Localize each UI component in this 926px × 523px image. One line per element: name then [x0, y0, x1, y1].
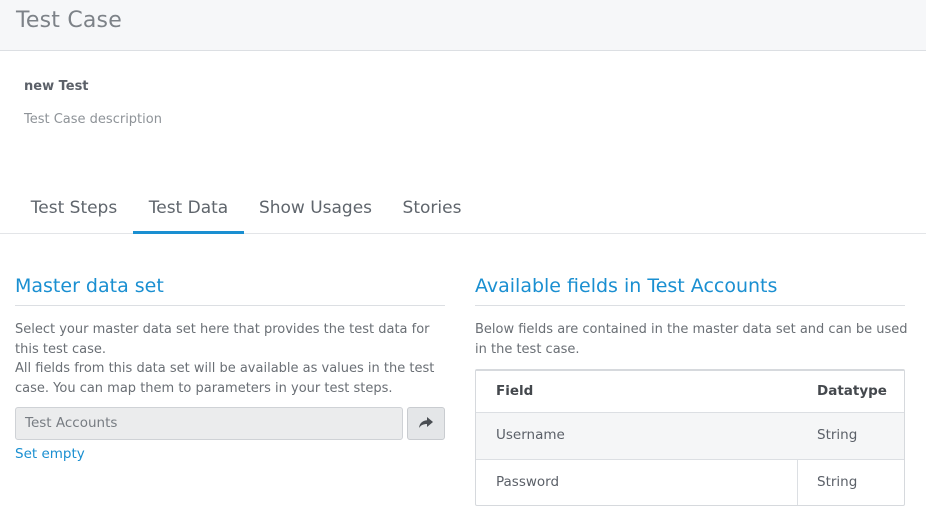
test-case-name[interactable]: new Test — [24, 79, 89, 94]
field-datatype-cell: String — [817, 474, 858, 490]
help-line: All fields from this data set will be av… — [15, 361, 435, 376]
column-header-field: Field — [496, 383, 534, 399]
master-data-set-divider — [15, 305, 445, 306]
test-case-description[interactable]: Test Case description — [24, 112, 162, 127]
help-line: in the test case. — [475, 341, 580, 357]
field-name-cell: Password — [496, 474, 560, 490]
help-line: case. You can map them to parameters in … — [15, 380, 393, 396]
tab-show-usages[interactable]: Show Usages — [244, 191, 387, 234]
field-name-cell: Username — [496, 427, 565, 443]
help-line: Select your master data set here that pr… — [15, 322, 430, 337]
open-data-set-button[interactable] — [407, 407, 445, 440]
table-row: Password String — [476, 460, 904, 505]
master-data-set-help: Select your master data set here that pr… — [15, 320, 445, 398]
set-empty-link[interactable]: Set empty — [15, 446, 85, 462]
available-fields-help: Below fields are contained in the master… — [475, 320, 915, 359]
table-row: Username String — [476, 413, 904, 460]
field-datatype-cell: String — [817, 427, 858, 443]
table-header-row: Field Datatype — [476, 371, 904, 413]
tab-bar: Test Steps Test Data Show Usages Stories — [0, 191, 926, 234]
fields-table: Field Datatype Username String Password … — [475, 369, 905, 506]
page-header: Test Case — [0, 0, 926, 51]
help-line: Below fields are contained in the master… — [475, 322, 908, 337]
master-data-set-field[interactable]: Test Accounts — [15, 407, 403, 440]
column-header-datatype: Datatype — [817, 383, 887, 399]
master-data-set-title: Master data set — [15, 275, 164, 297]
tab-test-steps[interactable]: Test Steps — [15, 191, 133, 234]
page-title: Test Case — [16, 8, 122, 33]
available-fields-title: Available fields in Test Accounts — [475, 275, 778, 297]
share-arrow-icon — [419, 414, 433, 433]
tab-test-data[interactable]: Test Data — [133, 191, 244, 234]
help-line: this test case. — [15, 341, 106, 357]
tab-stories[interactable]: Stories — [387, 191, 477, 234]
available-fields-divider — [475, 305, 905, 306]
